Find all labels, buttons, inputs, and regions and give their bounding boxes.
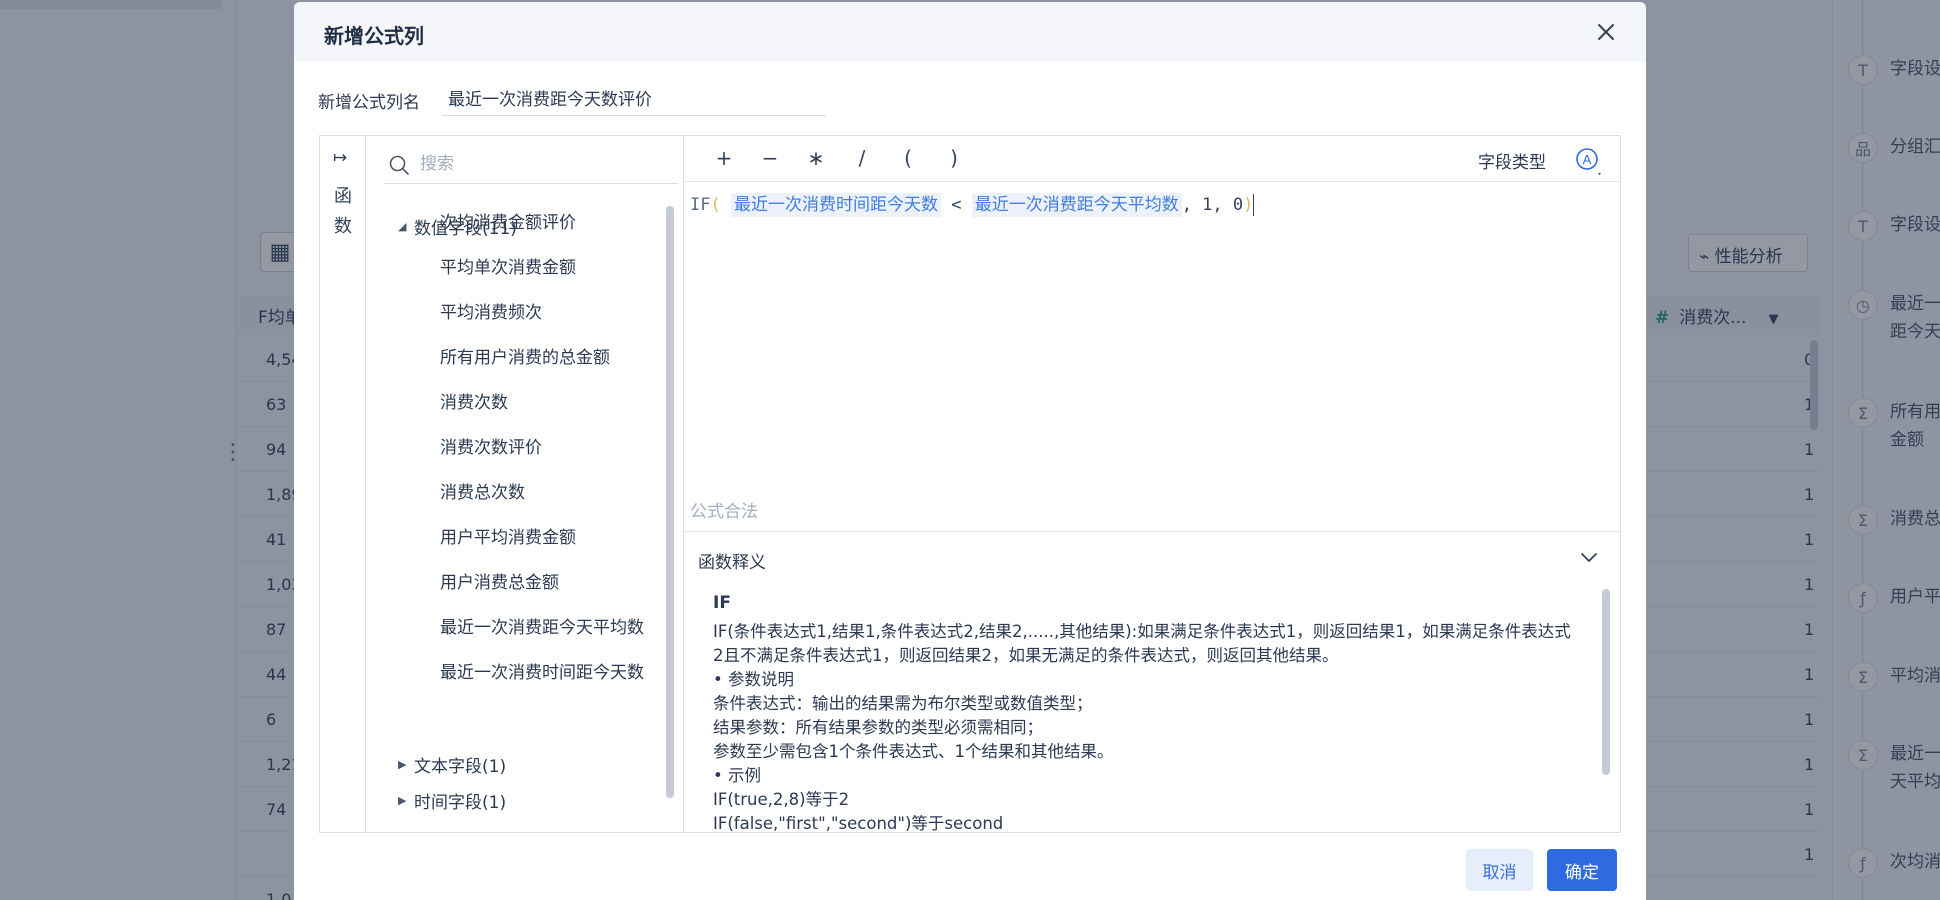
tree-field-item[interactable]: 所有用户消费的总金额	[440, 343, 610, 368]
formula-editor: ↦ 函数 ◢ 数值字段(11) 次均消费金额评价平均单次消费金额平均消费频次所有…	[319, 135, 1621, 833]
minus-button[interactable]: −	[756, 146, 784, 170]
tree-field-item[interactable]: 最近一次消费时间距今天数	[440, 658, 644, 683]
plus-button[interactable]: +	[710, 146, 738, 170]
column-name-input[interactable]	[442, 80, 826, 116]
tree-field-item[interactable]: 平均单次消费金额	[440, 253, 576, 278]
dialog-title: 新增公式列	[324, 24, 424, 48]
tree-group-label: 文本字段(1)	[414, 757, 507, 777]
tree-group-time[interactable]: ▶ 时间字段(1)	[398, 788, 506, 813]
dialog-header: 新增公式列	[294, 2, 1646, 62]
formula-paren: (	[710, 195, 721, 215]
close-icon[interactable]	[1594, 20, 1618, 44]
caret-right-icon[interactable]: ▶	[398, 794, 414, 807]
svg-text:A: A	[1583, 152, 1592, 167]
formula-main: + − ∗ / ( ) 字段类型 A IF( 最近一次消费时间距今天数 < 最近…	[684, 136, 1620, 832]
tree-group-text[interactable]: ▶ 文本字段(1)	[398, 752, 506, 777]
formula-operator: <	[940, 195, 972, 215]
formula-paren: )	[1243, 195, 1254, 215]
caret-right-icon[interactable]: ▶	[398, 758, 414, 771]
explanation-line: 条件表达式：输出的结果需为布尔类型或数值类型；	[713, 694, 1093, 713]
collapse-arrow-icon[interactable]: ↦	[333, 148, 347, 168]
cancel-button[interactable]: 取消	[1466, 849, 1533, 891]
chevron-down-icon[interactable]	[1580, 552, 1598, 564]
formula-function: IF	[690, 195, 711, 215]
field-search	[384, 142, 678, 184]
explanation-line: • 参数说明	[713, 670, 794, 689]
tree-field-item[interactable]: 消费次数评价	[440, 433, 542, 458]
explanation-line: 参数至少需包含1个条件表达式、1个结果和其他结果。	[713, 742, 1114, 761]
tree-field-item[interactable]: 消费总次数	[440, 478, 525, 503]
formula-input[interactable]: IF( 最近一次消费时间距今天数 < 最近一次消费距今天平均数, 1, 0)	[690, 190, 1614, 226]
explanation-line: IF(true,2,8)等于2	[713, 790, 850, 809]
column-name-label: 新增公式列名	[318, 93, 420, 113]
formula-args: , 1, 0	[1181, 195, 1244, 215]
explanation-line: • 示例	[713, 766, 761, 785]
explanation-line: IF(条件表达式1,结果1,条件表达式2,结果2,.....,其他结果):如果满…	[713, 622, 1571, 665]
function-tab[interactable]: ↦ 函数	[320, 136, 366, 832]
formula-validity: 公式合法	[690, 502, 758, 522]
formula-field-token[interactable]: 最近一次消费距今天平均数	[971, 193, 1182, 217]
function-name: IF	[713, 593, 731, 613]
confirm-button[interactable]: 确定	[1547, 849, 1617, 891]
tree-scrollbar[interactable]	[666, 206, 674, 798]
add-formula-column-dialog: 新增公式列 新增公式列名 ↦ 函数 ◢ 数值字段(11) 次均消费金额评价平均单…	[294, 2, 1646, 900]
caret-expanded-icon[interactable]: ◢	[398, 220, 414, 233]
tree-field-item[interactable]: 平均消费频次	[440, 298, 542, 323]
tree-field-item[interactable]: 次均消费金额评价	[440, 208, 576, 233]
function-tab-label: 函数	[334, 186, 352, 237]
right-paren-button[interactable]: )	[940, 146, 968, 170]
tree-field-item[interactable]: 用户平均消费金额	[440, 523, 576, 548]
explanation-scrollbar[interactable]	[1602, 589, 1610, 775]
divide-button[interactable]: /	[848, 146, 876, 170]
tree-field-item[interactable]: 消费次数	[440, 388, 508, 413]
search-icon	[389, 155, 409, 175]
tree-field-item[interactable]: 用户消费总金额	[440, 568, 559, 593]
explanation-title: 函数释义	[698, 553, 766, 573]
tree-field-item[interactable]: 最近一次消费距今天平均数	[440, 613, 644, 638]
formula-field-token[interactable]: 最近一次消费时间距今天数	[730, 193, 941, 217]
explanation-line: IF(false,"first","second")等于second	[713, 814, 1004, 832]
search-input[interactable]	[420, 149, 660, 179]
field-type-label: 字段类型	[1478, 153, 1546, 173]
function-explanation: 函数释义 IF IF(条件表达式1,结果1,条件表达式2,结果2,.....,其…	[684, 531, 1620, 832]
tree-group-label: 时间字段(1)	[414, 793, 507, 813]
auto-type-icon[interactable]: A	[1574, 146, 1604, 176]
field-tree-panel: ◢ 数值字段(11) 次均消费金额评价平均单次消费金额平均消费频次所有用户消费的…	[366, 136, 684, 832]
explanation-line: 结果参数：所有结果参数的类型必须需相同；	[713, 718, 1043, 737]
multiply-button[interactable]: ∗	[802, 146, 830, 170]
operator-toolbar: + − ∗ / ( ) 字段类型 A	[684, 136, 1620, 182]
explanation-body: IF IF(条件表达式1,结果1,条件表达式2,结果2,.....,其他结果):…	[713, 592, 1573, 832]
text-caret	[1253, 194, 1255, 216]
left-paren-button[interactable]: (	[894, 146, 922, 170]
